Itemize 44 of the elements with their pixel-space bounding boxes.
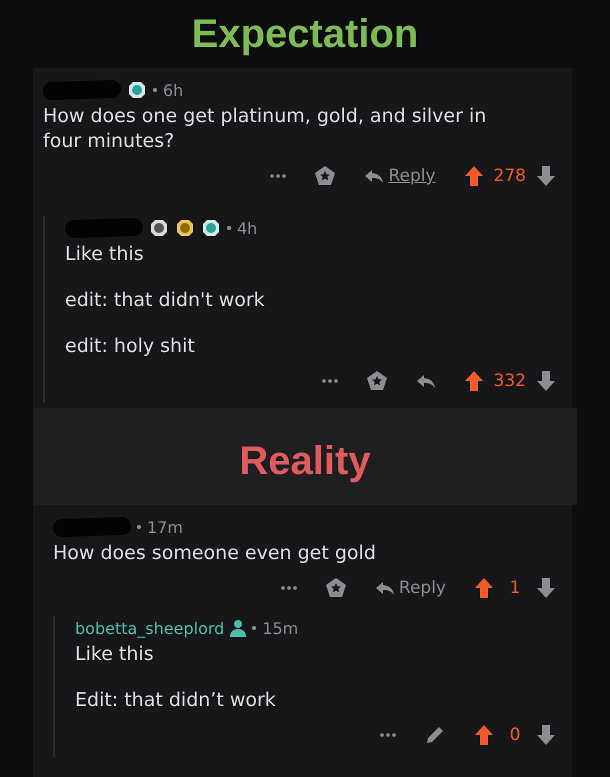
comment-text: How does one get platinum, gold, and silver in four minutes? (43, 104, 488, 154)
comment-text: Edit: that didn’t work (75, 688, 277, 713)
reply-button[interactable]: Reply (374, 578, 446, 598)
section-title: Reality (239, 439, 371, 484)
upvote-button[interactable] (464, 370, 484, 392)
reply-button[interactable] (416, 372, 436, 390)
edit-button[interactable] (424, 724, 446, 746)
upvote-button[interactable] (474, 724, 494, 746)
timestamp: 15m (262, 618, 298, 638)
downvote-button[interactable] (536, 370, 556, 392)
upvote-button[interactable] (464, 165, 484, 187)
more-icon[interactable] (280, 585, 297, 591)
award-icon (175, 218, 195, 238)
vote-count: 278 (494, 166, 526, 186)
person-icon (230, 619, 246, 637)
upvote-button[interactable] (474, 577, 494, 599)
vote-count: 0 (508, 725, 522, 745)
downvote-button[interactable] (536, 577, 556, 599)
more-icon[interactable] (380, 732, 396, 738)
section-title: Expectation (192, 12, 418, 56)
award-icon (201, 218, 221, 238)
downvote-button[interactable] (536, 165, 556, 187)
comment-text: How does someone even get gold (53, 541, 377, 566)
vote-count: 1 (508, 578, 522, 598)
award-icon (149, 218, 169, 238)
username[interactable]: bobetta_sheeplord (75, 618, 224, 638)
timestamp: 4h (237, 218, 258, 238)
award-button[interactable] (324, 577, 347, 599)
more-icon[interactable] (270, 173, 286, 179)
comment-text: Like this (75, 642, 155, 667)
reply-button[interactable]: Reply (364, 166, 436, 186)
more-icon[interactable] (322, 378, 338, 384)
comment-text: edit: that didn't work (65, 288, 266, 313)
comment-text: Like this (65, 242, 145, 267)
award-button[interactable] (314, 165, 336, 187)
downvote-button[interactable] (536, 724, 556, 746)
award-icon (127, 80, 147, 100)
vote-count: 332 (494, 371, 526, 391)
timestamp: 17m (147, 518, 183, 536)
timestamp: 6h (163, 80, 184, 100)
reply-icon (374, 579, 395, 597)
award-button[interactable] (366, 370, 388, 392)
comment-text: edit: holy shit (65, 334, 196, 359)
reply-icon (364, 167, 384, 185)
